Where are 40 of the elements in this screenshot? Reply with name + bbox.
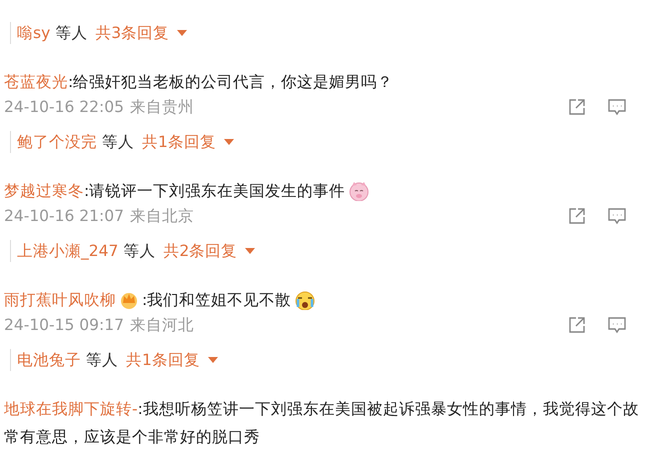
reply-suffix: 等人 <box>86 350 118 370</box>
comment-author[interactable]: 苍蓝夜光 <box>4 72 68 92</box>
comment-icon[interactable] <box>607 206 627 226</box>
comment-time: 24-10-15 09:17 <box>4 316 124 334</box>
comment-time: 24-10-16 21:07 <box>4 207 124 225</box>
comment-text: :我想听杨笠讲一下刘强东在美国被起诉强暴女性的事情，我觉得这个故 <box>138 398 639 420</box>
caret-icon[interactable] <box>224 139 234 145</box>
comment-time: 24-10-16 22:05 <box>4 98 124 116</box>
comment-author[interactable]: 梦越过寒冬 <box>4 180 84 202</box>
comment-location: 来自北京 <box>130 206 194 226</box>
reply-names[interactable]: 鲍了个没完 <box>17 132 97 152</box>
comment-text: :我们和笠姐不见不散 <box>142 290 292 310</box>
comment-text: 常有意思，应该是个非常好的脱口秀 <box>4 426 260 448</box>
caret-icon[interactable] <box>177 30 188 36</box>
reply-count-link[interactable]: 共1条回复 <box>142 132 216 152</box>
reply-count-link[interactable]: 共2条回复 <box>163 240 238 262</box>
comment-location: 来自贵州 <box>130 96 194 118</box>
reply-names[interactable]: 上港小瀬_247 <box>17 240 118 262</box>
comment-text: :请锐评一下刘强东在美国发生的事件 <box>84 180 346 202</box>
reply-suffix: 等人 <box>55 22 88 44</box>
caret-icon[interactable] <box>208 357 218 363</box>
crown-badge-icon <box>119 290 139 310</box>
reply-suffix: 等人 <box>123 240 156 262</box>
pig-face-icon <box>348 181 370 201</box>
reply-names[interactable]: 电池兔子 <box>17 350 81 370</box>
comment-author[interactable]: 地球在我脚下旋转- <box>4 398 138 420</box>
reply-count-link[interactable]: 共3条回复 <box>95 22 170 44</box>
comment-icon[interactable] <box>607 97 627 117</box>
caret-icon[interactable] <box>245 248 256 254</box>
reply-names[interactable]: 嗡sy <box>17 22 50 44</box>
comment-location: 来自河北 <box>130 314 194 336</box>
share-icon[interactable] <box>567 315 587 335</box>
crying-face-icon <box>294 290 316 310</box>
share-icon[interactable] <box>567 97 587 117</box>
reply-suffix: 等人 <box>102 132 134 152</box>
comment-icon[interactable] <box>607 315 627 335</box>
comment-text: :给强奸犯当老板的公司代言，你这是媚男吗？ <box>68 72 394 92</box>
comment-author[interactable]: 雨打蕉叶风吹柳 <box>4 290 116 310</box>
reply-count-link[interactable]: 共1条回复 <box>126 350 200 370</box>
share-icon[interactable] <box>567 206 587 226</box>
